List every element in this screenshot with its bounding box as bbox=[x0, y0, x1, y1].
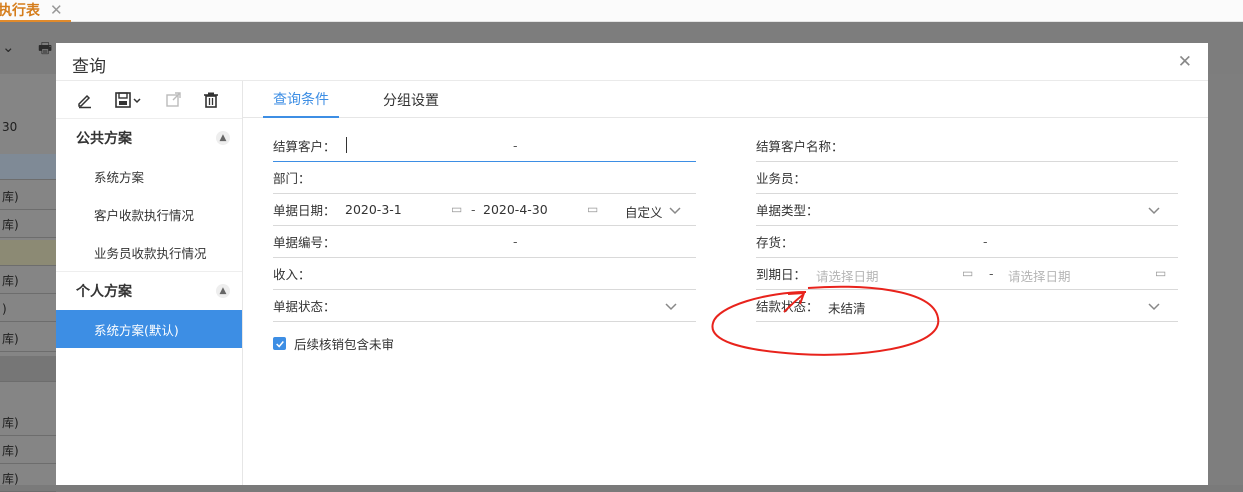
background-row: 30 bbox=[2, 120, 18, 134]
background-row bbox=[0, 240, 56, 266]
background-row: 库) bbox=[0, 438, 56, 464]
query-form: 结算客户： - 结算客户名称： 部门： 业务员： 单据日期： 2020-3-1 … bbox=[243, 118, 1208, 485]
income-field[interactable]: 收入： bbox=[273, 258, 696, 290]
customer-name-field[interactable]: 结算客户名称： bbox=[756, 130, 1178, 162]
background-row: 库) bbox=[0, 184, 56, 210]
scheme-panel: 公共方案 ▲ 系统方案 客户收款执行情况 业务员收款执行情况 个人方案 ▲ 系统… bbox=[56, 81, 243, 485]
customer-label: 结算客户： bbox=[273, 139, 336, 154]
background-tab-label: 执行表 bbox=[0, 3, 40, 19]
background-row: 库) bbox=[0, 326, 56, 352]
income-label: 收入： bbox=[273, 267, 311, 282]
calendar-icon[interactable]: ▭ bbox=[962, 266, 973, 280]
due-date-label: 到期日： bbox=[756, 267, 807, 282]
scheme-item[interactable]: 客户收款执行情况 bbox=[56, 195, 242, 233]
scheme-item-default[interactable]: 系统方案(默认) bbox=[56, 310, 242, 348]
print-icon: 🖶 bbox=[38, 39, 53, 57]
background-row: ) bbox=[0, 296, 56, 322]
stock-field[interactable]: 存货： - bbox=[756, 226, 1178, 258]
background-row bbox=[0, 154, 56, 180]
salesman-label: 业务员： bbox=[756, 171, 807, 186]
doc-date-field: 单据日期： 2020-3-1 ▭ - 2020-4-30 ▭ 自定义 bbox=[273, 194, 696, 226]
tab-group-settings[interactable]: 分组设置 bbox=[383, 81, 439, 118]
range-dash: - bbox=[513, 138, 518, 153]
close-icon[interactable]: ✕ bbox=[1178, 52, 1192, 72]
include-unaudited-label: 后续核销包含未审 bbox=[294, 337, 395, 352]
edit-icon[interactable] bbox=[76, 91, 94, 109]
range-dash: - bbox=[983, 234, 988, 249]
doc-no-label: 单据编号： bbox=[273, 235, 336, 250]
settle-status-label: 结款状态： bbox=[756, 299, 819, 314]
calendar-icon[interactable]: ▭ bbox=[1155, 266, 1166, 280]
tab-query-conditions[interactable]: 查询条件 bbox=[263, 81, 339, 118]
include-unaudited-checkbox[interactable]: 后续核销包含未审 bbox=[273, 334, 394, 353]
personal-scheme-group[interactable]: 个人方案 ▲ bbox=[56, 272, 242, 310]
background-grid: 30 库) 库) 库) ) 库) 库) 库) 库) bbox=[0, 74, 56, 492]
due-from-input[interactable]: 请选择日期 bbox=[816, 266, 879, 285]
customer-name-label: 结算客户名称： bbox=[756, 139, 844, 154]
range-dash: - bbox=[989, 266, 994, 281]
due-to-input[interactable]: 请选择日期 bbox=[1008, 266, 1071, 285]
personal-scheme-title: 个人方案 bbox=[76, 284, 132, 300]
calendar-icon[interactable]: ▭ bbox=[587, 202, 598, 216]
trash-icon[interactable] bbox=[202, 91, 220, 109]
salesman-field[interactable]: 业务员： bbox=[756, 162, 1178, 194]
customer-field[interactable]: 结算客户： - bbox=[273, 130, 696, 162]
background-row: 库) bbox=[0, 212, 56, 238]
due-date-field: 到期日： 请选择日期 ▭ - 请选择日期 ▭ bbox=[756, 258, 1178, 290]
chevron-down-icon[interactable] bbox=[668, 203, 682, 217]
dialog-header: 查询 ✕ bbox=[56, 43, 1208, 81]
background-row: 库) bbox=[0, 466, 56, 492]
background-tab[interactable]: 执行表 ✕ bbox=[0, 0, 71, 22]
background-row: 库) bbox=[0, 268, 56, 294]
chevron-up-icon[interactable]: ▲ bbox=[216, 284, 230, 298]
date-mode-select[interactable]: 自定义 bbox=[625, 202, 663, 221]
dept-field[interactable]: 部门： bbox=[273, 162, 696, 194]
background-tabbar: 执行表 ✕ bbox=[0, 0, 1243, 22]
settle-status-value: 未结清 bbox=[828, 301, 866, 316]
chevron-down-icon[interactable] bbox=[1147, 203, 1161, 217]
settle-status-field[interactable]: 结款状态： 未结清 bbox=[756, 290, 1178, 322]
doc-date-label: 单据日期： bbox=[273, 203, 336, 218]
public-scheme-group[interactable]: 公共方案 ▲ bbox=[56, 119, 242, 157]
doc-status-field[interactable]: 单据状态： bbox=[273, 290, 696, 322]
checkbox-checked-icon[interactable] bbox=[273, 337, 286, 350]
stock-label: 存货： bbox=[756, 235, 794, 250]
background-row bbox=[0, 356, 56, 382]
scheme-item[interactable]: 业务员收款执行情况 bbox=[56, 233, 242, 271]
chevron-down-icon[interactable] bbox=[664, 299, 678, 313]
background-right bbox=[1208, 74, 1243, 485]
chevron-down-icon: ⌄ bbox=[2, 38, 15, 56]
range-dash: - bbox=[471, 202, 476, 217]
doc-status-label: 单据状态： bbox=[273, 299, 336, 314]
doc-type-label: 单据类型： bbox=[756, 203, 819, 218]
query-tabs: 查询条件 分组设置 bbox=[243, 81, 1208, 118]
public-scheme-title: 公共方案 bbox=[76, 131, 132, 147]
export-icon[interactable] bbox=[164, 91, 182, 109]
doc-no-field[interactable]: 单据编号： - bbox=[273, 226, 696, 258]
date-to-input[interactable]: 2020-4-30 bbox=[483, 202, 548, 217]
query-dialog: 查询 ✕ 公共方案 ▲ 系统方案 客户收款执行情况 业务员收款执行情况 个人方案… bbox=[56, 43, 1208, 485]
save-icon[interactable] bbox=[114, 91, 144, 109]
scheme-item[interactable]: 系统方案 bbox=[56, 157, 242, 195]
dept-label: 部门： bbox=[273, 171, 311, 186]
background-row: 库) bbox=[0, 410, 56, 436]
chevron-down-icon[interactable] bbox=[1147, 299, 1161, 313]
scheme-toolbar bbox=[56, 81, 242, 119]
doc-type-field[interactable]: 单据类型： bbox=[756, 194, 1178, 226]
calendar-icon[interactable]: ▭ bbox=[451, 202, 462, 216]
chevron-up-icon[interactable]: ▲ bbox=[216, 131, 230, 145]
date-from-input[interactable]: 2020-3-1 bbox=[345, 202, 402, 217]
dialog-title: 查询 bbox=[72, 57, 106, 77]
range-dash: - bbox=[513, 234, 518, 249]
close-icon[interactable]: ✕ bbox=[50, 1, 63, 19]
